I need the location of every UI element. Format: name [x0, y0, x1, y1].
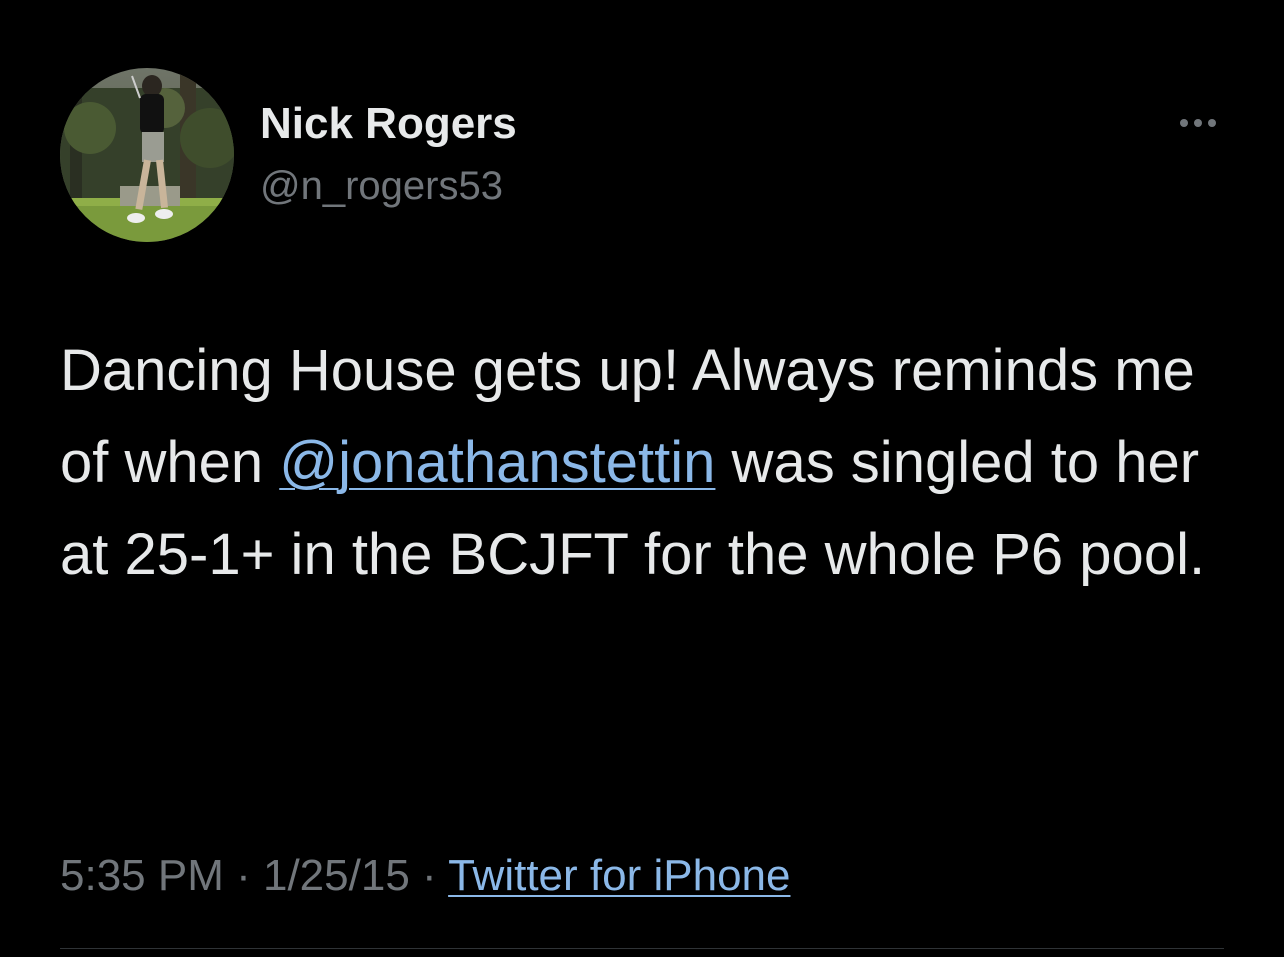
- profile-photo-golfer-icon: [60, 68, 234, 242]
- more-options-button[interactable]: [1170, 108, 1226, 138]
- divider: [60, 948, 1224, 949]
- meta-separator: ·: [409, 851, 449, 900]
- tweet-time[interactable]: 5:35 PM: [60, 851, 224, 900]
- mention-link[interactable]: @jonathanstettin: [279, 430, 715, 495]
- tweet-source-link[interactable]: Twitter for iPhone: [448, 851, 790, 900]
- author-handle[interactable]: @n_rogers53: [260, 162, 503, 210]
- avatar[interactable]: [60, 68, 234, 242]
- tweet-text: Dancing House gets up! Always reminds me…: [60, 325, 1230, 601]
- tweet-date[interactable]: 1/25/15: [263, 851, 410, 900]
- more-horizontal-icon-dot: [1208, 119, 1216, 127]
- meta-separator: ·: [223, 851, 263, 900]
- author-display-name[interactable]: Nick Rogers: [260, 98, 517, 150]
- more-horizontal-icon: [1180, 119, 1188, 127]
- tweet-detail: Nick Rogers @n_rogers53 Dancing House ge…: [0, 0, 1284, 957]
- more-horizontal-icon-dot: [1194, 119, 1202, 127]
- tweet-metadata: 5:35 PM · 1/25/15 · Twitter for iPhone: [60, 848, 790, 904]
